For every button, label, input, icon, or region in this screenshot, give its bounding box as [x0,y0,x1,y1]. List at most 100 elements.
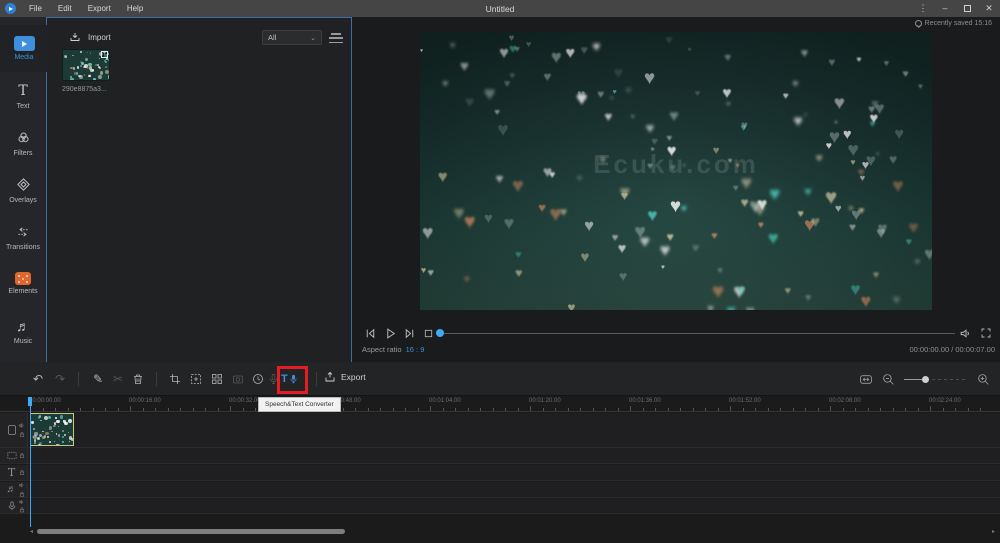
media-filter-value: All [268,33,276,42]
import-icon [69,31,81,43]
sidebar-item-filters[interactable]: Filters [0,119,46,166]
play-button[interactable] [382,325,398,341]
sidebar: Media T Text Filters Overlays [0,17,47,362]
sidebar-item-label: Overlays [9,197,37,204]
sidebar-item-media[interactable]: Media [0,25,48,72]
undo-icon[interactable]: ↶ [31,372,45,386]
delete-icon[interactable] [131,372,145,386]
zoom-out-icon[interactable] [882,373,895,386]
track-text[interactable]: T [0,465,1000,481]
sidebar-item-label: Elements [8,288,37,295]
track-music[interactable]: ♬ [0,482,1000,498]
video-watermark: Ecuku.com [420,149,932,180]
filters-icon [16,129,31,147]
scroll-right-icon[interactable]: ▸ [992,528,995,535]
app-window: File Edit Export Help Untitled ⋮ – ✕ Med… [0,0,1000,543]
snapshot-icon[interactable] [231,372,245,386]
lock-icon[interactable] [19,507,25,513]
video-preview[interactable]: ♥♥♥♥♥♥♥♥♥♥♥♥♥♥♥♥♥♥♥♥♥♥♥♥♥♥♥♥♥♥♥♥♥♥♥♥♥♥♥♥… [420,32,932,310]
saved-check-icon [915,20,922,27]
previous-frame-button[interactable] [362,325,378,341]
track-pip[interactable] [0,448,1000,464]
timeline: 00:00:00.0000:00:16.0000:00:32.0000:00:4… [0,396,1000,543]
list-view-icon[interactable] [329,33,343,43]
music-icon: ♬ [16,317,30,335]
timeline-clip[interactable] [30,413,74,446]
playhead[interactable] [30,397,31,527]
sidebar-item-overlays[interactable]: Overlays [0,166,46,213]
timeline-ruler[interactable]: 00:00:00.0000:00:16.0000:00:32.0000:00:4… [0,396,1000,412]
track-record[interactable] [0,499,1000,514]
zoom-in-icon[interactable] [977,373,990,386]
lock-icon[interactable] [19,491,25,498]
sidebar-item-elements[interactable]: Elements [0,260,46,307]
record-track-icon [5,500,18,512]
stop-button[interactable] [420,325,436,341]
sidebar-item-transitions[interactable]: Transitions [0,213,46,260]
timeline-zoom-controls [859,372,990,386]
close-button[interactable]: ✕ [978,0,1000,17]
minimize-button[interactable]: – [934,0,956,17]
media-clip-item[interactable]: + 290e8875a3... [62,49,110,93]
sidebar-item-music[interactable]: ♬ Music [0,307,46,354]
duration-icon[interactable] [251,372,265,386]
mute-icon[interactable] [18,422,25,429]
split-icon[interactable]: ✂ [111,372,125,386]
lock-icon[interactable] [19,469,25,476]
scroll-left-icon[interactable]: ◂ [30,528,33,535]
toolbar: ↶ ↷ ✎ ✂ T [0,362,1000,396]
overlays-icon [16,176,31,194]
sidebar-item-label: Music [14,338,32,345]
track-video[interactable] [0,413,1000,448]
chevron-down-icon: ⌄ [310,34,316,42]
sidebar-item-text[interactable]: T Text [0,72,46,119]
sidebar-item-label: Transitions [6,244,40,251]
import-button[interactable]: Import [69,31,111,43]
lock-icon[interactable] [19,452,25,459]
zoom-slider-handle[interactable] [922,376,929,383]
media-icon [14,36,35,51]
track-record-header [0,499,28,513]
add-to-timeline-icon[interactable]: + [101,51,108,58]
sidebar-item-label: Text [17,103,30,110]
media-filter-select[interactable]: All ⌄ [262,30,322,45]
lock-icon[interactable] [19,431,25,438]
preview-progress-handle[interactable] [436,329,444,337]
preview-meta-row: Aspect ratio16 : 9 00:00:00.00 / 00:00:0… [352,343,1000,357]
fit-timeline-icon[interactable] [859,373,873,386]
playback-controls [352,325,1000,341]
text-track-icon: T [5,466,18,479]
mosaic-icon[interactable] [210,372,224,386]
aspect-ratio[interactable]: Aspect ratio16 : 9 [362,345,424,354]
track-pip-header [0,448,28,463]
next-frame-button[interactable] [401,325,417,341]
window-title: Untitled [0,4,1000,14]
media-clip-name: 290e8875a3... [62,86,110,93]
redo-icon[interactable]: ↷ [53,372,67,386]
more-menu-icon[interactable]: ⋮ [912,0,934,17]
fullscreen-icon[interactable] [978,325,994,341]
elements-icon [15,272,31,285]
speech-text-converter-icon[interactable]: T [281,372,305,386]
maximize-button[interactable] [956,0,978,17]
preview-panel: Recently saved 15:16 ♥♥♥♥♥♥♥♥♥♥♥♥♥♥♥♥♥♥♥… [352,17,1000,362]
export-button[interactable]: Export [324,371,366,383]
freeze-frame-icon[interactable] [189,372,203,386]
edit-icon[interactable]: ✎ [91,372,105,386]
tooltip-speech-text-converter: Speech&Text Converter [258,397,341,412]
mute-icon[interactable] [18,482,25,489]
volume-icon[interactable] [957,325,973,341]
preview-progress-bar[interactable] [440,333,955,334]
export-icon [324,371,336,383]
title-bar: File Edit Export Help Untitled ⋮ – ✕ [0,0,1000,17]
media-clip-thumbnail[interactable]: + [62,49,110,81]
music-track-icon: ♬ [5,484,18,495]
import-label: Import [88,33,111,42]
timeline-zoom-slider[interactable] [904,372,968,386]
crop-icon[interactable] [168,372,182,386]
timeline-scrollbar[interactable] [37,529,345,534]
transitions-icon [15,223,31,241]
video-track-icon [5,423,18,437]
mute-icon[interactable] [18,499,25,505]
timecode: 00:00:00.00 / 00:00:07.00 [910,345,996,354]
